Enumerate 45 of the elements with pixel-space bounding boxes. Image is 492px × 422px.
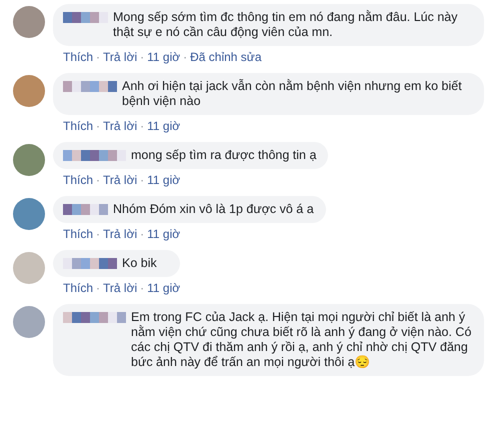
separator-dot: · bbox=[96, 172, 100, 189]
like-link[interactable]: Thích bbox=[63, 171, 94, 189]
pixelated-name bbox=[63, 312, 126, 323]
comment-text: Anh ơi hiện tại jack vẫn còn nằm bệnh viện nhưng em ko biết bệnh viện nào bbox=[122, 79, 463, 109]
timestamp-link[interactable]: 11 giờ bbox=[147, 48, 180, 66]
separator-dot: · bbox=[96, 49, 100, 66]
pixelated-name bbox=[63, 81, 117, 92]
pixelated-name bbox=[63, 12, 108, 23]
separator-dot: · bbox=[140, 226, 144, 243]
like-link[interactable]: Thích bbox=[63, 48, 94, 66]
avatar-placeholder[interactable] bbox=[13, 252, 45, 284]
separator-dot: · bbox=[140, 172, 144, 189]
pixelated-name bbox=[63, 204, 108, 215]
avatar-placeholder[interactable] bbox=[13, 198, 45, 230]
avatar-placeholder[interactable] bbox=[13, 306, 45, 338]
edited-link[interactable]: Đã chỉnh sửa bbox=[190, 48, 262, 66]
comment-text: Em trong FC của Jack ạ. Hiện tại mọi người chỉ biết là anh ý nằm viện chứ cũng chưa biết rõ là anh ý đang ở viện nào. Có các chị QTV đi thăm anh ý rồi ạ, anh ý chỉ nhờ chị QTV đăng bức ảnh này để trấn an mọi người thôi ạ😔 bbox=[131, 310, 472, 370]
separator-dot: · bbox=[140, 280, 144, 297]
comment-text: mong sếp tìm ra được thông tin ạ bbox=[131, 148, 316, 163]
separator-dot: · bbox=[183, 49, 188, 66]
comment-text: Ko bik bbox=[122, 256, 158, 271]
like-link[interactable]: Thích bbox=[63, 117, 94, 135]
reply-link[interactable]: Trả lời bbox=[103, 279, 138, 297]
reply-link[interactable]: Trả lời bbox=[103, 117, 138, 135]
timestamp-link[interactable]: 11 giờ bbox=[147, 279, 180, 297]
timestamp-link[interactable]: 11 giờ bbox=[147, 117, 180, 135]
reply-link[interactable]: Trả lời bbox=[103, 171, 138, 189]
avatar-placeholder[interactable] bbox=[13, 144, 45, 176]
pixelated-name bbox=[63, 258, 117, 269]
timestamp-link[interactable]: 11 giờ bbox=[147, 171, 180, 189]
separator-dot: · bbox=[140, 49, 144, 66]
like-link[interactable]: Thích bbox=[63, 225, 94, 243]
comment-text: Mong sếp sớm tìm đc thông tin em nó đang nằm đâu. Lúc này thật sự e nó cần câu động viên của mn. bbox=[113, 10, 459, 40]
timestamp-link[interactable]: 11 giờ bbox=[147, 225, 180, 243]
separator-dot: · bbox=[96, 226, 100, 243]
separator-dot: · bbox=[96, 118, 100, 135]
reply-link[interactable]: Trả lời bbox=[103, 48, 138, 66]
separator-dot: · bbox=[96, 280, 100, 297]
reply-link[interactable]: Trả lời bbox=[103, 225, 138, 243]
avatar-placeholder[interactable] bbox=[13, 6, 45, 38]
avatar-placeholder[interactable] bbox=[13, 75, 45, 107]
pixelated-name bbox=[63, 150, 126, 161]
like-link[interactable]: Thích bbox=[63, 279, 94, 297]
comment-text: Nhóm Đóm xin vô là 1p được vô á a bbox=[113, 202, 314, 217]
separator-dot: · bbox=[140, 118, 144, 135]
